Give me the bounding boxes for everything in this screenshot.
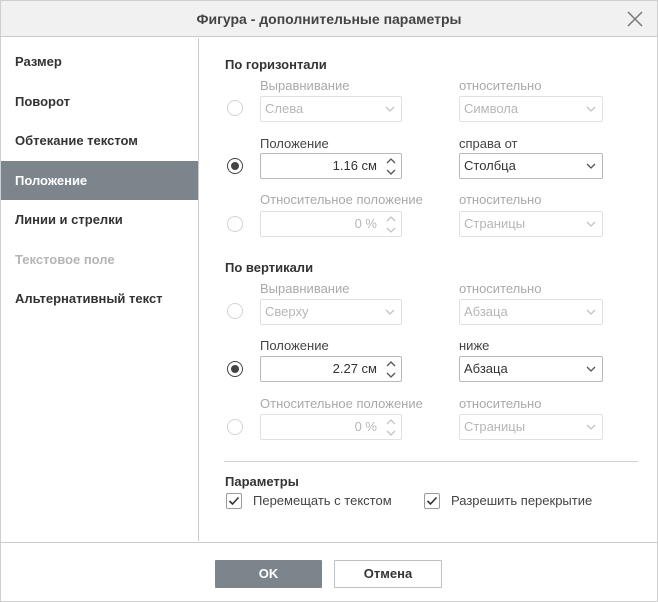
chevron-down-icon	[586, 309, 596, 315]
horizontal-section-title: По горизонтали	[225, 57, 327, 72]
v-alignment-label: Выравнивание	[260, 281, 350, 296]
v-alignment-select[interactable]: Сверху	[260, 299, 402, 325]
h-alignment-radio[interactable]	[227, 100, 243, 116]
chevron-down-icon	[586, 424, 596, 430]
spin-down-icon[interactable]	[385, 370, 397, 380]
spin-up-icon[interactable]	[385, 156, 397, 166]
spin-up-icon[interactable]	[385, 417, 397, 427]
v-relative-position-radio[interactable]	[227, 419, 243, 435]
h-position-relative-label: справа от	[459, 136, 518, 151]
close-button[interactable]	[623, 7, 647, 31]
allow-overlap-checkbox[interactable]	[424, 493, 440, 509]
chevron-down-icon	[586, 221, 596, 227]
move-with-text-checkbox[interactable]	[226, 493, 242, 509]
v-alignment-relative-value: Абзаца	[464, 304, 508, 319]
sidebar-item-rotation[interactable]: Поворот	[1, 82, 198, 121]
spin-down-icon[interactable]	[385, 225, 397, 235]
vertical-section-title: По вертикали	[225, 260, 314, 275]
v-position-spinner[interactable]: 2.27 см	[260, 356, 402, 382]
h-relative-position-label: Относительное положение	[260, 192, 423, 207]
cancel-button[interactable]: Отмена	[334, 560, 442, 588]
v-relative-position-relative-select[interactable]: Страницы	[459, 414, 603, 440]
v-alignment-radio[interactable]	[227, 303, 243, 319]
move-with-text-label[interactable]: Перемещать с текстом	[253, 493, 392, 508]
v-position-label: Положение	[260, 338, 329, 353]
chevron-down-icon	[586, 163, 596, 169]
h-relative-position-radio[interactable]	[227, 216, 243, 232]
h-position-value: 1.16 см	[332, 158, 377, 173]
v-position-relative-value: Абзаца	[464, 361, 508, 376]
close-icon	[627, 11, 643, 27]
h-alignment-relative-value: Символа	[464, 101, 519, 116]
h-position-relative-select[interactable]: Столбца	[459, 153, 603, 179]
h-alignment-relative-label: относительно	[459, 78, 542, 93]
v-relative-position-spinner[interactable]: 0 %	[260, 414, 402, 440]
v-relative-position-relative-label: относительно	[459, 396, 542, 411]
h-relative-position-spinner[interactable]: 0 %	[260, 211, 402, 237]
spin-up-icon[interactable]	[385, 214, 397, 224]
v-relative-position-value: 0 %	[354, 419, 377, 434]
shape-advanced-settings-dialog: Фигура - дополнительные параметры Размер…	[0, 0, 658, 602]
h-position-label: Положение	[260, 136, 329, 151]
ok-button[interactable]: OK	[215, 560, 322, 588]
h-relative-position-relative-label: относительно	[459, 192, 542, 207]
h-alignment-relative-select[interactable]: Символа	[459, 96, 603, 122]
dialog-titlebar: Фигура - дополнительные параметры	[1, 1, 657, 37]
v-alignment-relative-label: относительно	[459, 281, 542, 296]
h-position-radio[interactable]	[227, 158, 243, 174]
h-alignment-select[interactable]: Слева	[260, 96, 402, 122]
v-position-relative-label: ниже	[459, 338, 490, 353]
chevron-down-icon	[586, 106, 596, 112]
chevron-down-icon	[586, 366, 596, 372]
h-alignment-value: Слева	[265, 101, 304, 116]
sidebar-item-text-box: Текстовое поле	[15, 252, 115, 267]
section-divider	[224, 461, 638, 462]
sidebar-item-lines-arrows[interactable]: Линии и стрелки	[1, 200, 198, 239]
v-relative-position-relative-value: Страницы	[464, 419, 526, 434]
sidebar-item-position[interactable]: Положение	[1, 161, 198, 200]
h-alignment-label: Выравнивание	[260, 78, 350, 93]
h-relative-position-relative-select[interactable]: Страницы	[459, 211, 603, 237]
sidebar: Размер Поворот Обтекание текстом Положен…	[1, 38, 199, 541]
dialog-footer: OK Отмена	[1, 542, 657, 601]
v-alignment-relative-select[interactable]: Абзаца	[459, 299, 603, 325]
v-alignment-value: Сверху	[265, 304, 309, 319]
spin-down-icon[interactable]	[385, 428, 397, 438]
sidebar-item-text-wrapping[interactable]: Обтекание текстом	[1, 121, 198, 160]
h-position-spinner[interactable]: 1.16 см	[260, 153, 402, 179]
v-relative-position-label: Относительное положение	[260, 396, 423, 411]
h-relative-position-relative-value: Страницы	[464, 216, 526, 231]
sidebar-item-alt-text[interactable]: Альтернативный текст	[1, 279, 198, 318]
spin-down-icon[interactable]	[385, 167, 397, 177]
chevron-down-icon	[385, 106, 395, 112]
h-relative-position-value: 0 %	[354, 216, 377, 231]
h-position-relative-value: Столбца	[464, 158, 516, 173]
v-position-radio[interactable]	[227, 361, 243, 377]
position-panel: По горизонтали Выравнивание относительно…	[200, 38, 657, 541]
v-position-relative-select[interactable]: Абзаца	[459, 356, 603, 382]
sidebar-item-size[interactable]: Размер	[1, 42, 198, 81]
checkmark-icon	[426, 496, 438, 506]
dialog-title: Фигура - дополнительные параметры	[196, 11, 462, 27]
v-position-value: 2.27 см	[332, 361, 377, 376]
params-section-title: Параметры	[225, 474, 299, 489]
chevron-down-icon	[385, 309, 395, 315]
spin-up-icon[interactable]	[385, 359, 397, 369]
allow-overlap-label[interactable]: Разрешить перекрытие	[451, 493, 592, 508]
checkmark-icon	[228, 496, 240, 506]
